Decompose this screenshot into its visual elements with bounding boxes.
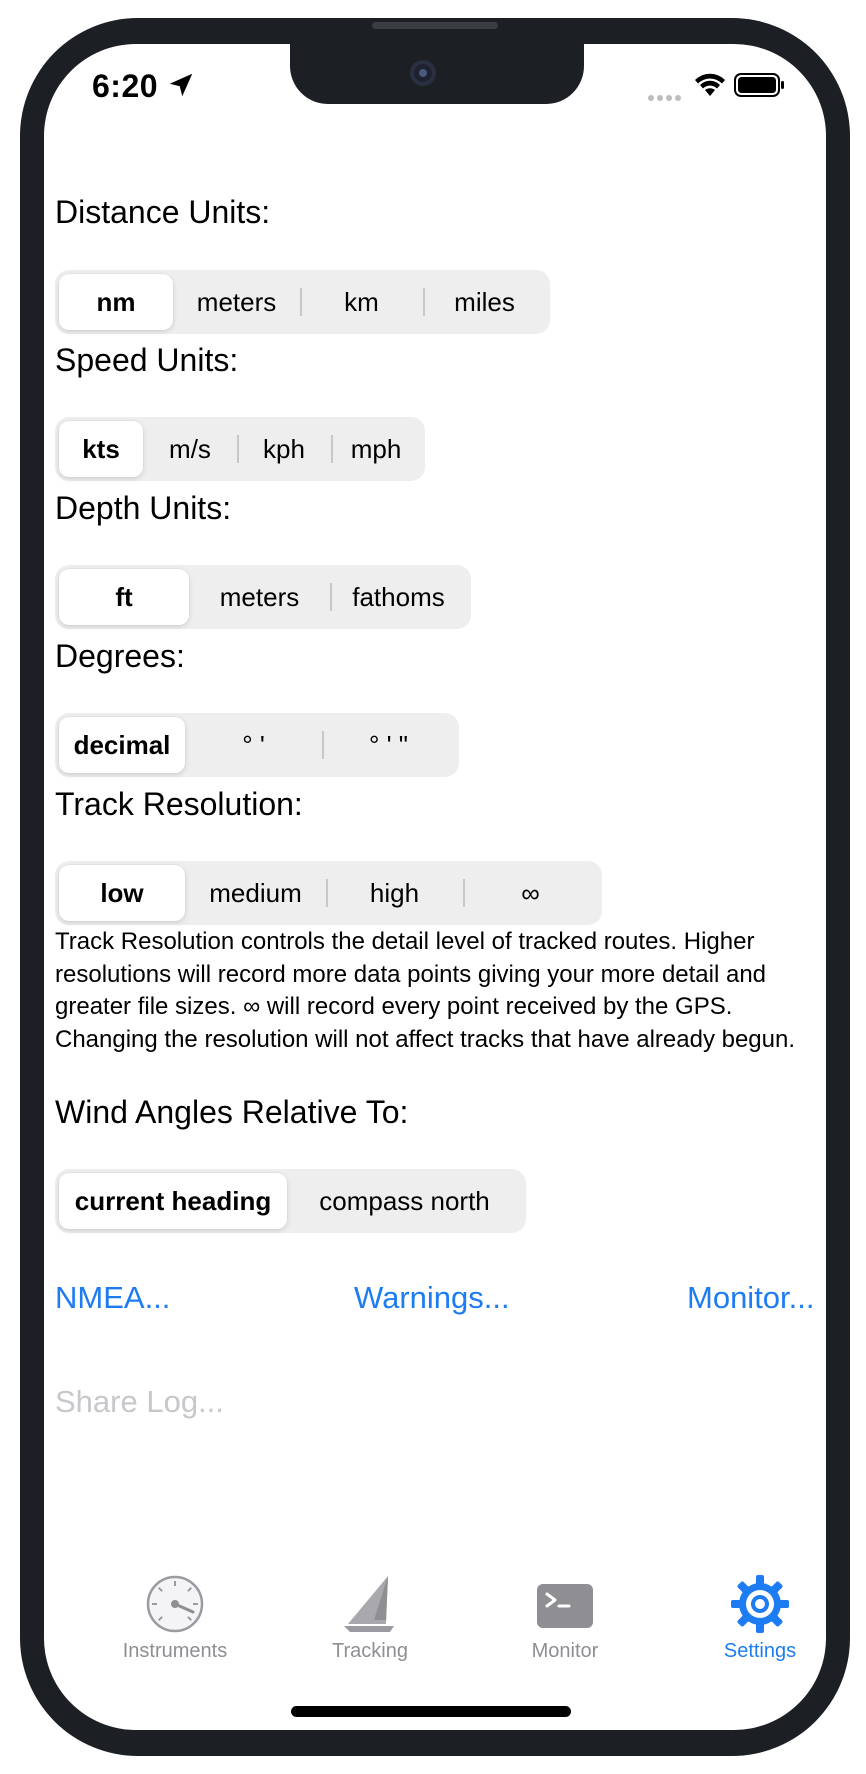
segment-m-s[interactable]: m/s: [143, 421, 237, 477]
segment-degrees-minutes[interactable]: ° ': [185, 717, 322, 773]
tab-monitor-label: Monitor: [531, 1640, 599, 1662]
status-time: 6:20: [92, 68, 159, 104]
segment-ft[interactable]: ft: [59, 569, 189, 625]
track-resolution-segmented-control: low medium high ∞: [55, 861, 602, 925]
tab-settings-label: Settings: [723, 1640, 797, 1662]
notch: [290, 44, 584, 104]
segment-infinity[interactable]: ∞: [463, 865, 598, 921]
track-resolution-label: Track Resolution:: [55, 786, 303, 822]
segment-degrees-minutes-seconds[interactable]: ° ' ": [322, 717, 455, 773]
segment-medium[interactable]: medium: [185, 865, 326, 921]
segment-decimal[interactable]: decimal: [59, 717, 185, 773]
warnings-link[interactable]: Warnings...: [354, 1280, 510, 1316]
location-arrow-icon: [169, 73, 193, 97]
segment-fathoms[interactable]: fathoms: [330, 569, 467, 625]
distance-units-segmented-control: nm meters km miles: [55, 270, 550, 334]
segment-compass-north[interactable]: compass north: [287, 1173, 522, 1229]
sailboat-icon: [344, 1576, 394, 1632]
tab-tracking[interactable]: Tracking: [290, 1574, 450, 1663]
wind-angles-segmented-control: current heading compass north: [55, 1169, 526, 1233]
wifi-icon: [695, 73, 725, 96]
tab-instruments-label: Instruments: [122, 1640, 228, 1662]
segment-miles[interactable]: miles: [423, 274, 546, 330]
nmea-link[interactable]: NMEA...: [55, 1280, 170, 1316]
segment-kph[interactable]: kph: [237, 421, 331, 477]
segment-high[interactable]: high: [326, 865, 463, 921]
tab-tracking-label: Tracking: [332, 1640, 408, 1662]
degrees-label: Degrees:: [55, 638, 185, 674]
depth-units-segmented-control: ft meters fathoms: [55, 565, 471, 629]
screen: 6:20 Distance Units: nm meters km miles …: [44, 44, 826, 1730]
gear-icon: [731, 1575, 789, 1633]
battery-icon: [734, 73, 784, 97]
segment-km[interactable]: km: [300, 274, 423, 330]
terminal-icon: [537, 1584, 593, 1628]
tab-settings[interactable]: Settings: [680, 1574, 826, 1663]
camera-icon: [410, 60, 436, 86]
tab-monitor[interactable]: Monitor: [485, 1574, 645, 1663]
segment-kts[interactable]: kts: [59, 421, 143, 477]
wind-angles-label: Wind Angles Relative To:: [55, 1094, 409, 1130]
speed-units-label: Speed Units:: [55, 342, 239, 378]
segment-mph[interactable]: mph: [331, 421, 421, 477]
segment-meters[interactable]: meters: [173, 274, 300, 330]
segment-meters-depth[interactable]: meters: [189, 569, 330, 625]
monitor-link[interactable]: Monitor...: [687, 1280, 815, 1316]
track-resolution-help-text: Track Resolution controls the detail lev…: [55, 928, 796, 1053]
segment-low[interactable]: low: [59, 865, 185, 921]
tab-instruments[interactable]: Instruments: [95, 1574, 255, 1663]
segment-current-heading[interactable]: current heading: [59, 1173, 287, 1229]
speed-units-segmented-control: kts m/s kph mph: [55, 417, 425, 481]
depth-units-label: Depth Units:: [55, 490, 232, 526]
speaker-grille: [372, 22, 498, 29]
distance-units-label: Distance Units:: [55, 194, 271, 230]
home-indicator: [291, 1706, 571, 1717]
cellular-signal-icon: [648, 88, 684, 106]
degrees-segmented-control: decimal ° ' ° ' ": [55, 713, 459, 777]
share-log-link[interactable]: Share Log...: [55, 1384, 224, 1420]
gauge-icon: [146, 1575, 204, 1633]
segment-nm[interactable]: nm: [59, 274, 174, 330]
